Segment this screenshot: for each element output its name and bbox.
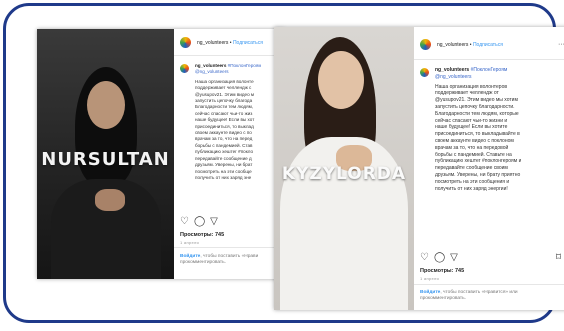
caption-line: публикацию хештег #поклонгероям и	[435, 158, 522, 165]
person-face	[318, 51, 364, 109]
caption-line: поддерживает челлендж от	[435, 90, 499, 97]
login-link[interactable]: Войдите	[180, 254, 200, 259]
post-photo-nursultan[interactable]: NURSULTAN	[37, 29, 174, 279]
caption-line: посмотреть на эти сообщения и	[435, 178, 510, 185]
caption-hashtag[interactable]: #ПоклонГероям	[471, 67, 508, 73]
share-icon[interactable]: ▽	[450, 253, 458, 263]
caption-line: получить от них заряд эне	[195, 174, 252, 180]
caption-line: запустить цепочку благодарности.	[435, 103, 515, 110]
avatar[interactable]	[180, 37, 191, 48]
caption-user[interactable]: ng_volunteers	[435, 67, 469, 73]
post-sidebar: ng_volunteers • Подписаться ··· ng_volun…	[414, 27, 564, 310]
caption-line: сейчас спасают чьи-то жизни и	[435, 117, 508, 124]
caption-line: @yusupov21. Этим видео мы хотим	[435, 97, 518, 104]
divider	[174, 55, 284, 56]
post-caption: ng_volunteers #ПоклонГероям @ng_voluntee…	[180, 63, 278, 181]
caption-line: посмотреть на эти сообще	[195, 168, 252, 174]
caption-line: присоединиться, то выкладывайте в	[435, 131, 520, 138]
post-sidebar: ng_volunteers • Подписаться ng_volunteer…	[174, 29, 284, 279]
post-photo-kyzylorda[interactable]: KYZYLORDA	[274, 27, 414, 310]
login-prompt: Войдите, чтобы поставить «Нрави прокомме…	[180, 254, 259, 266]
city-label: NURSULTAN	[41, 149, 170, 170]
action-bar: ♡ ◯ ▽ ⌑	[420, 253, 561, 263]
caption-line: Наша организация волонтеров	[435, 83, 508, 90]
caption-mention[interactable]: @ng_volunteers	[435, 74, 521, 81]
caption-line: борьбы с пандемией. Ставьте на	[435, 151, 512, 158]
login-prompt: Войдите, чтобы поставить «Нравится» или …	[420, 290, 518, 302]
post-header: ng_volunteers • Подписаться	[180, 37, 280, 48]
caption-line: получить от них заряд энергии!	[435, 185, 508, 192]
caption-line: публикацию хештег #покло	[195, 149, 254, 155]
comment-icon[interactable]: ◯	[434, 253, 445, 263]
heart-icon[interactable]: ♡	[420, 253, 429, 263]
divider	[414, 284, 564, 285]
views-count: Просмотры: 745	[420, 268, 465, 274]
more-options-icon[interactable]: ···	[558, 41, 564, 48]
city-label: KYZYLORDA	[281, 164, 407, 184]
caption-user[interactable]: ng_volunteers	[195, 63, 226, 68]
account-name[interactable]: ng_volunteers	[197, 40, 228, 46]
caption-line: Благодарности тем людям, которые	[435, 110, 519, 117]
caption-line: передавайте сообщение своим	[435, 165, 508, 172]
views-count: Просмотры: 745	[180, 232, 225, 238]
caption-line: Благодарности тем людям,	[195, 104, 254, 110]
divider	[174, 247, 284, 248]
post-date: 1 апреля	[420, 276, 439, 281]
caption-line: друзьям. Уверены, ни брат	[195, 162, 253, 168]
caption-line: наше будущее! Если вы хот	[195, 117, 255, 123]
heart-icon[interactable]: ♡	[180, 217, 189, 227]
caption-line: врачам за то, что на перед	[195, 136, 253, 142]
action-bar: ♡ ◯ ▽	[180, 217, 276, 227]
caption-line: своем аккаунте видео с поклоном	[435, 137, 514, 144]
share-icon[interactable]: ▽	[210, 217, 218, 227]
caption-line: друзьям. Уверены, ни брату приятно	[435, 171, 521, 178]
bookmark-icon[interactable]: ⌑	[556, 253, 561, 263]
caption-hashtag[interactable]: #ПоклонГероям	[228, 63, 262, 68]
follow-button[interactable]: Подписаться	[473, 42, 503, 48]
follow-button[interactable]: Подписаться	[233, 40, 263, 46]
account-name[interactable]: ng_volunteers	[437, 42, 468, 48]
avatar[interactable]	[420, 39, 431, 50]
post-caption: ng_volunteers #ПоклонГероям @ng_voluntee…	[420, 67, 563, 192]
avatar[interactable]	[180, 64, 189, 73]
comment-icon[interactable]: ◯	[194, 217, 205, 227]
login-link[interactable]: Войдите	[420, 290, 440, 295]
person-face	[87, 81, 125, 129]
instagram-post-right: KYZYLORDA ng_volunteers • Подписаться ··…	[274, 27, 564, 310]
avatar[interactable]	[420, 68, 429, 77]
instagram-post-left: NURSULTAN ng_volunteers • Подписаться ng…	[37, 29, 284, 279]
post-header: ng_volunteers • Подписаться ···	[420, 39, 564, 50]
person-hand	[95, 189, 125, 211]
caption-line: наше будущее! Если вы хотите	[435, 124, 508, 131]
caption-line: врачам за то, что на передовой	[435, 144, 509, 151]
post-date: 1 апреля	[180, 240, 199, 245]
divider	[414, 59, 564, 60]
